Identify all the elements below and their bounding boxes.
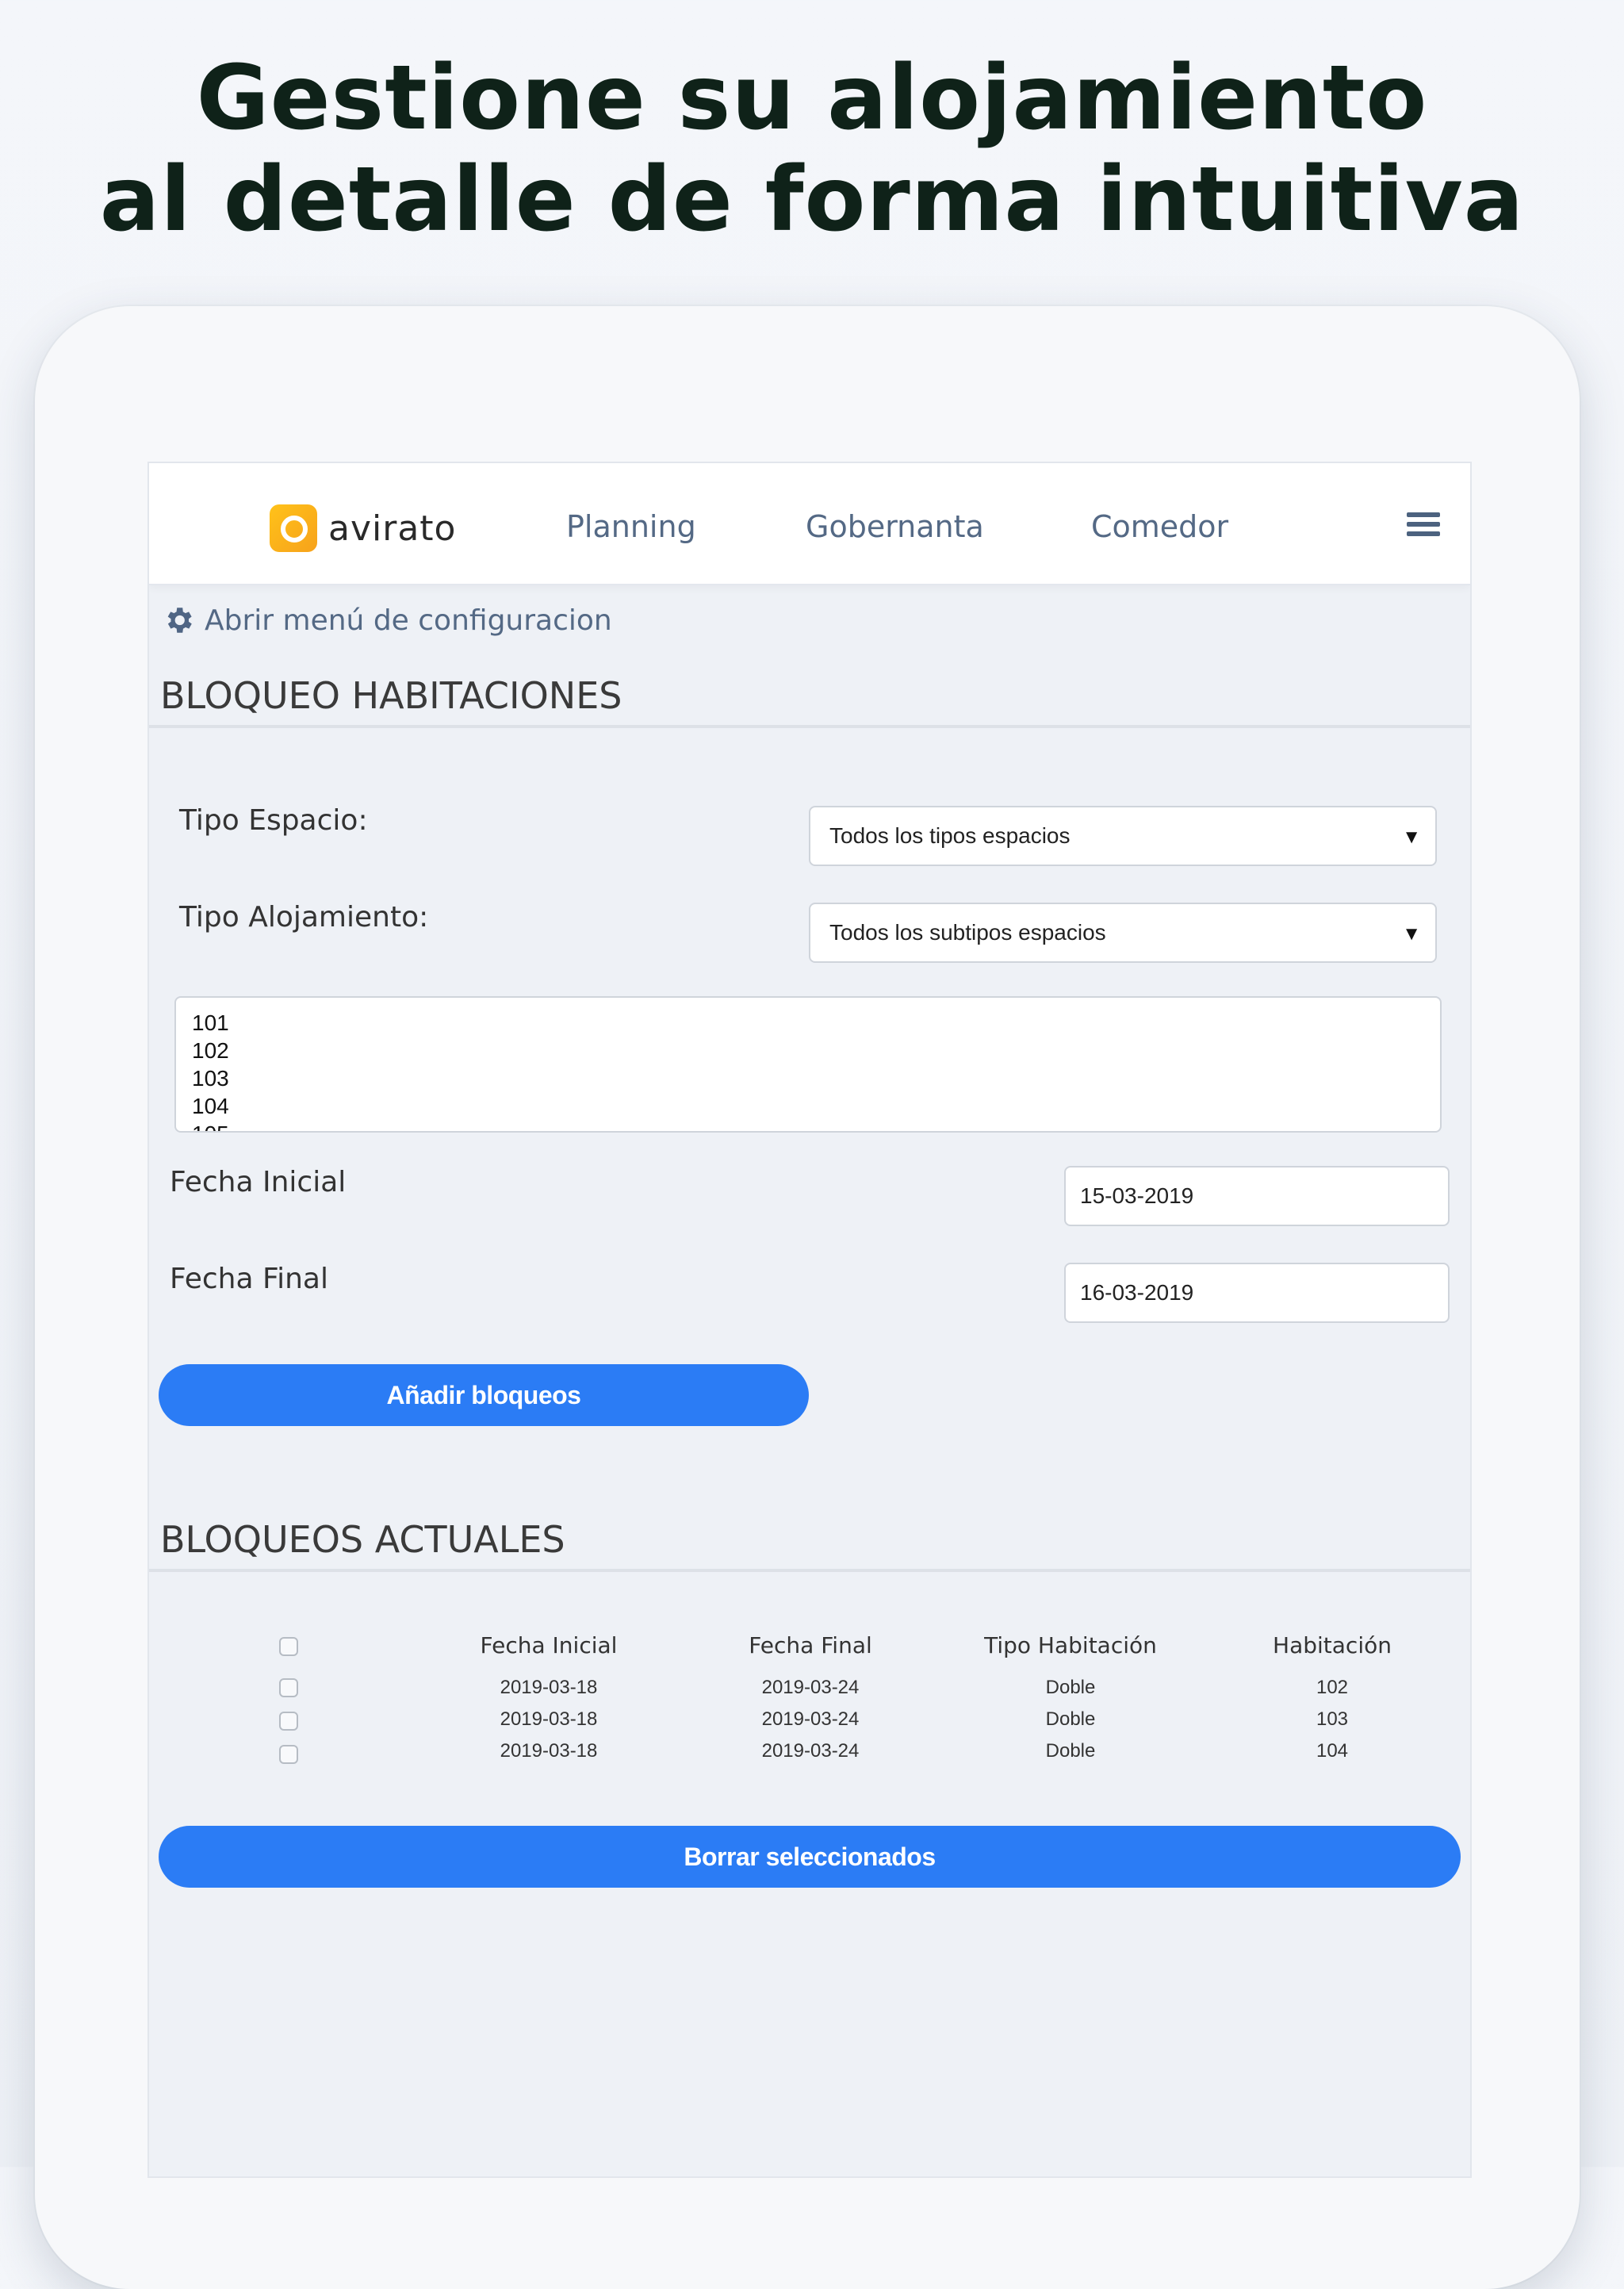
table-cell: Doble xyxy=(1045,1708,1096,1730)
room-option[interactable]: 105 xyxy=(192,1120,1424,1131)
tipo-espacio-value: Todos los tipos espacios xyxy=(829,823,1071,848)
row-checkbox[interactable] xyxy=(279,1678,298,1697)
table-cell: 104 xyxy=(1316,1740,1349,1762)
tipo-alojamiento-select[interactable]: Todos los subtipos espacios ▼ xyxy=(809,903,1437,963)
select-all-checkbox[interactable] xyxy=(279,1637,298,1656)
config-link-label: Abrir menú de configuracion xyxy=(205,604,612,637)
tipo-espacio-label: Tipo Espacio: xyxy=(179,804,368,837)
logo-mark-icon xyxy=(270,504,317,552)
section-divider xyxy=(149,1569,1470,1572)
room-option[interactable]: 103 xyxy=(192,1064,1424,1092)
avirato-logo[interactable]: avirato xyxy=(270,503,456,554)
table-cell: 2019-03-24 xyxy=(761,1740,860,1762)
table-cell: 102 xyxy=(1316,1677,1349,1698)
table-cell: 2019-03-18 xyxy=(500,1740,598,1762)
column-header: Fecha Final xyxy=(749,1632,872,1658)
nav-link-gobernanta[interactable]: Gobernanta xyxy=(806,509,984,544)
table-cell: Doble xyxy=(1045,1740,1096,1762)
app-screen: avirato Planning Gobernanta Comedor Abri… xyxy=(149,463,1470,2176)
tipo-espacio-select[interactable]: Todos los tipos espacios ▼ xyxy=(809,806,1437,866)
column-header: Fecha Inicial xyxy=(480,1632,618,1658)
nav-link-comedor[interactable]: Comedor xyxy=(1091,509,1228,544)
table-cell: 2019-03-18 xyxy=(500,1677,598,1698)
fecha-inicial-value: 15-03-2019 xyxy=(1080,1183,1194,1208)
dropdown-arrow-icon: ▼ xyxy=(1402,923,1421,945)
fecha-final-input[interactable]: 16-03-2019 xyxy=(1064,1263,1450,1323)
section-title-bloqueo: BLOQUEO HABITACIONES xyxy=(160,674,622,717)
room-option[interactable]: 104 xyxy=(192,1092,1424,1120)
table-cell: 103 xyxy=(1316,1708,1349,1730)
table-cell: 2019-03-18 xyxy=(500,1708,598,1730)
section-title-actuales: BLOQUEOS ACTUALES xyxy=(160,1518,565,1561)
rooms-listbox[interactable]: 101 102 103 104 105 xyxy=(174,996,1442,1133)
dropdown-arrow-icon: ▼ xyxy=(1402,826,1421,848)
headline: Gestione su alojamiento al detalle de fo… xyxy=(0,48,1624,251)
top-navigation: avirato Planning Gobernanta Comedor xyxy=(149,463,1470,585)
column-header: Tipo Habitación xyxy=(984,1632,1157,1658)
headline-line-1: Gestione su alojamiento xyxy=(196,47,1428,150)
section-divider xyxy=(149,725,1470,728)
row-checkbox[interactable] xyxy=(279,1745,298,1764)
logo-text: avirato xyxy=(328,508,457,549)
column-header: Habitación xyxy=(1273,1632,1392,1658)
table-cell: Doble xyxy=(1045,1677,1096,1698)
fecha-final-value: 16-03-2019 xyxy=(1080,1280,1194,1305)
table-cell: 2019-03-24 xyxy=(761,1708,860,1730)
gear-icon xyxy=(167,608,192,633)
room-option[interactable]: 102 xyxy=(192,1037,1424,1064)
table-cell: 2019-03-24 xyxy=(761,1677,860,1698)
tipo-alojamiento-label: Tipo Alojamiento: xyxy=(179,901,429,934)
row-checkbox[interactable] xyxy=(279,1712,298,1731)
config-menu-link[interactable]: Abrir menú de configuracion xyxy=(162,603,612,638)
add-blocks-button[interactable]: Añadir bloqueos xyxy=(159,1364,809,1426)
fecha-final-label: Fecha Final xyxy=(170,1263,328,1295)
delete-selected-button[interactable]: Borrar seleccionados xyxy=(159,1826,1461,1888)
hamburger-menu-icon[interactable] xyxy=(1407,512,1440,536)
headline-line-2: al detalle de forma intuitiva xyxy=(99,148,1525,251)
fecha-inicial-label: Fecha Inicial xyxy=(170,1166,347,1198)
room-option[interactable]: 101 xyxy=(192,1009,1424,1037)
nav-link-planning[interactable]: Planning xyxy=(566,509,696,544)
tipo-alojamiento-value: Todos los subtipos espacios xyxy=(829,920,1106,945)
fecha-inicial-input[interactable]: 15-03-2019 xyxy=(1064,1166,1450,1226)
